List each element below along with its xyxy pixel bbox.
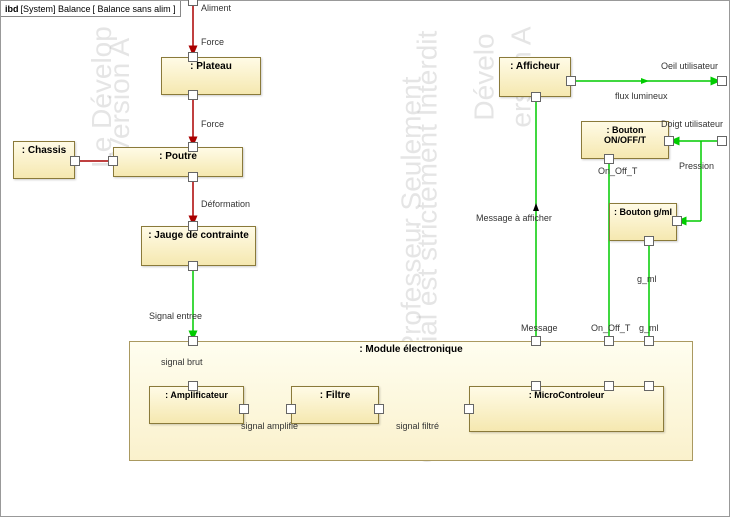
block-afficheur-title: : Afficheur <box>500 58 570 75</box>
port <box>188 172 198 182</box>
block-bouton-onoff-title: : Bouton ON/OFF/T <box>582 122 668 148</box>
port <box>188 261 198 271</box>
port <box>188 52 198 62</box>
block-plateau-title: : Plateau <box>162 58 260 75</box>
port <box>531 92 541 102</box>
port <box>604 336 614 346</box>
port <box>374 404 384 414</box>
block-filtre[interactable]: : Filtre <box>291 386 379 424</box>
block-jauge-title: : Jauge de contrainte <box>142 227 255 244</box>
label-signal-brut: signal brut <box>161 357 203 367</box>
diagram-header: ibd [System] Balance [ Balance sans alim… <box>1 1 181 17</box>
port-oeil <box>717 76 727 86</box>
port <box>188 90 198 100</box>
label-deformation: Déformation <box>201 199 250 209</box>
block-chassis-title: : Chassis <box>14 142 74 159</box>
port <box>286 404 296 414</box>
label-signal-entree: Signal entree <box>149 311 202 321</box>
label-force: Force <box>201 37 224 47</box>
label-signal-amplifie: signal amplifié <box>241 421 298 431</box>
port-aliment <box>188 0 198 6</box>
label-pression: Pression <box>679 161 714 171</box>
port <box>108 156 118 166</box>
port <box>188 381 198 391</box>
diagram-canvas: Version A Le Dévelop pour Professeur Seu… <box>0 0 730 517</box>
port <box>644 236 654 246</box>
label-gml-port: g_ml <box>637 274 657 284</box>
label-force2: Force <box>201 119 224 129</box>
block-microcontroleur[interactable]: : MicroControleur <box>469 386 664 432</box>
label-message-afficher: Message à afficher <box>476 213 552 223</box>
label-oeil: Oeil utilisateur <box>661 61 718 71</box>
port <box>664 136 674 146</box>
header-tag: ibd <box>5 4 19 14</box>
block-chassis[interactable]: : Chassis <box>13 141 75 179</box>
port-doigt <box>717 136 727 146</box>
label-flux: flux lumineux <box>615 91 668 101</box>
port <box>188 142 198 152</box>
port <box>566 76 576 86</box>
header-context: [System] Balance <box>21 4 91 14</box>
port <box>531 336 541 346</box>
block-amplificateur[interactable]: : Amplificateur <box>149 386 244 424</box>
port <box>188 221 198 231</box>
block-bouton-gml[interactable]: : Bouton g/ml <box>609 203 677 241</box>
label-doigt: Doigt utilisateur <box>661 119 723 129</box>
port <box>604 381 614 391</box>
port <box>188 336 198 346</box>
port <box>644 381 654 391</box>
block-afficheur[interactable]: : Afficheur <box>499 57 571 97</box>
label-onoff-port: On_Off_T <box>598 166 637 176</box>
label-aliment: Aliment <box>201 3 231 13</box>
block-jauge[interactable]: : Jauge de contrainte <box>141 226 256 266</box>
watermark: Version A <box>104 38 136 156</box>
port <box>604 154 614 164</box>
port <box>239 404 249 414</box>
block-bouton-onoff[interactable]: : Bouton ON/OFF/T <box>581 121 669 159</box>
block-poutre[interactable]: : Poutre <box>113 147 243 177</box>
block-poutre-title: : Poutre <box>114 148 242 165</box>
port <box>672 216 682 226</box>
block-bouton-gml-title: : Bouton g/ml <box>610 204 676 220</box>
block-filtre-title: : Filtre <box>292 387 378 404</box>
header-name: [ Balance sans alim ] <box>93 4 176 14</box>
port <box>70 156 80 166</box>
label-gml: g_ml <box>639 323 659 333</box>
label-message: Message <box>521 323 558 333</box>
port <box>531 381 541 391</box>
block-micro-title: : MicroControleur <box>470 387 663 403</box>
label-onoff: On_Off_T <box>591 323 630 333</box>
block-plateau[interactable]: : Plateau <box>161 57 261 95</box>
port <box>644 336 654 346</box>
watermark: Dévelo <box>469 33 501 120</box>
label-signal-filtre: signal filtré <box>396 421 439 431</box>
port <box>464 404 474 414</box>
